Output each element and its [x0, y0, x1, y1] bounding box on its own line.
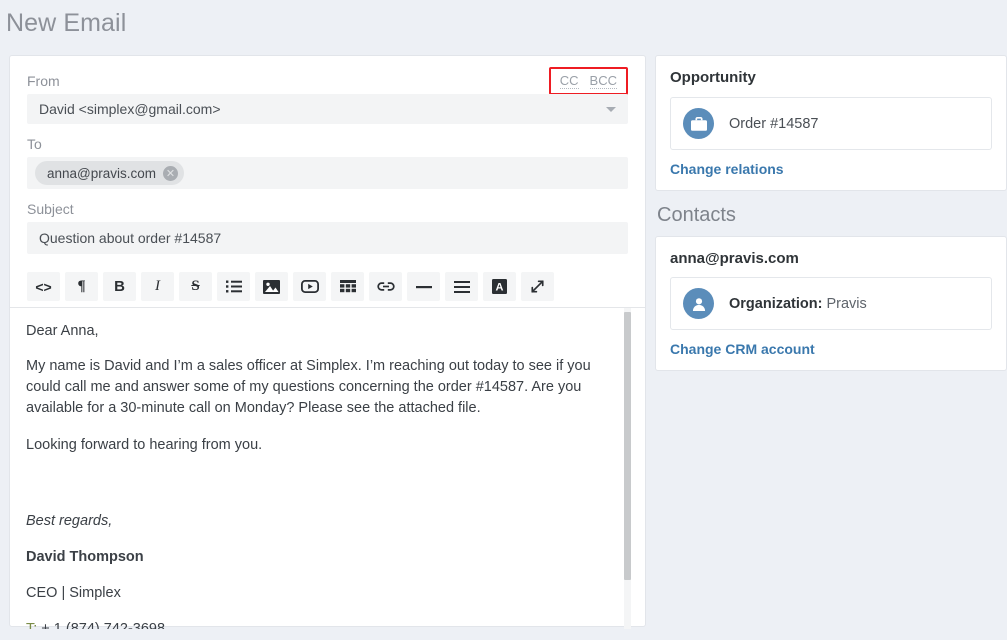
contact-organization-text: Organization: Pravis [729, 296, 867, 312]
editor-scrollbar-thumb[interactable] [624, 312, 631, 580]
image-icon[interactable] [255, 272, 288, 301]
subject-value: Question about order #14587 [39, 230, 222, 246]
strikethrough-icon-glyph: S [191, 278, 200, 294]
cc-bcc-highlight: CC BCC [548, 67, 628, 95]
opportunity-item[interactable]: Order #14587 [670, 97, 992, 150]
video-icon[interactable] [293, 272, 326, 301]
signature-closing: Best regards, [26, 513, 113, 529]
contact-organization-item[interactable]: Organization: Pravis [670, 277, 992, 330]
expand-icon[interactable] [521, 272, 554, 301]
paragraph-icon-glyph: ¶ [77, 278, 86, 294]
sidebar-column: Opportunity Order #14587 Change relation… [655, 55, 1007, 384]
bold-icon[interactable]: B [103, 272, 136, 301]
compose-card: From CC BCC David <simplex@gmail.com> To… [9, 55, 646, 629]
editor-toolbar: <> ¶ B I S A [27, 272, 628, 301]
organization-value: Pravis [822, 295, 867, 312]
signature-name: David Thompson [26, 549, 144, 565]
subject-label: Subject [27, 201, 74, 217]
editor-area: Dear Anna, My name is David and I’m a sa… [10, 307, 645, 629]
svg-text:A: A [496, 282, 504, 294]
from-label: From [27, 73, 60, 89]
contact-email: anna@pravis.com [670, 250, 799, 267]
close-circle-icon[interactable]: ✕ [163, 165, 179, 181]
code-icon-glyph: <> [35, 278, 52, 295]
briefcase-icon [683, 108, 714, 139]
italic-icon-glyph: I [155, 278, 160, 294]
body-paragraph-2: Looking forward to hearing from you. [26, 437, 263, 453]
phone-label: T: [26, 621, 38, 629]
new-email-page: New Email From CC BCC David <simplex@gma… [0, 0, 1007, 640]
phone-value: + 1 (874) 742-3698 [37, 621, 166, 629]
opportunity-card: Opportunity Order #14587 Change relation… [655, 55, 1007, 191]
page-title: New Email [6, 9, 127, 37]
email-body[interactable]: Dear Anna, My name is David and I’m a sa… [10, 308, 645, 629]
change-relations-link[interactable]: Change relations [670, 161, 992, 177]
to-label: To [27, 136, 42, 152]
signature-phone: T: + 1 (874) 742-3698 [26, 619, 615, 629]
body-greeting: Dear Anna, [26, 323, 99, 339]
table-icon[interactable] [331, 272, 364, 301]
font-color-icon[interactable]: A [483, 272, 516, 301]
align-icon[interactable] [445, 272, 478, 301]
from-select[interactable]: David <simplex@gmail.com> [27, 94, 628, 124]
opportunity-item-label: Order #14587 [729, 115, 819, 132]
main-columns: From CC BCC David <simplex@gmail.com> To… [0, 55, 1007, 629]
cc-link[interactable]: CC [559, 73, 579, 89]
compose-column: From CC BCC David <simplex@gmail.com> To… [0, 55, 655, 629]
horizontal-rule-icon[interactable] [407, 272, 440, 301]
organization-label: Organization: [729, 295, 823, 312]
bullet-list-icon[interactable] [217, 272, 250, 301]
recipient-chip-label: anna@pravis.com [47, 165, 157, 181]
person-icon [683, 288, 714, 319]
subject-input[interactable]: Question about order #14587 [27, 222, 628, 254]
contacts-heading: Contacts [657, 204, 736, 226]
signature-role: CEO | Simplex [26, 585, 121, 601]
from-label-row: From CC BCC [27, 67, 628, 95]
contacts-card: anna@pravis.com Organization: Pravis Cha… [655, 236, 1007, 371]
recipient-chip[interactable]: anna@pravis.com ✕ [35, 161, 185, 185]
bcc-link[interactable]: BCC [589, 73, 617, 89]
paragraph-icon[interactable]: ¶ [65, 272, 98, 301]
to-input[interactable]: anna@pravis.com ✕ [27, 157, 628, 189]
chevron-down-icon[interactable] [606, 107, 616, 112]
strikethrough-icon[interactable]: S [179, 272, 212, 301]
from-value: David <simplex@gmail.com> [39, 101, 221, 117]
code-icon[interactable]: <> [27, 272, 60, 301]
link-icon[interactable] [369, 272, 402, 301]
change-crm-account-link[interactable]: Change CRM account [670, 341, 992, 357]
opportunity-title: Opportunity [670, 69, 756, 86]
body-paragraph-1: My name is David and I’m a sales officer… [26, 358, 591, 416]
italic-icon[interactable]: I [141, 272, 174, 301]
bold-icon-glyph: B [114, 278, 125, 295]
